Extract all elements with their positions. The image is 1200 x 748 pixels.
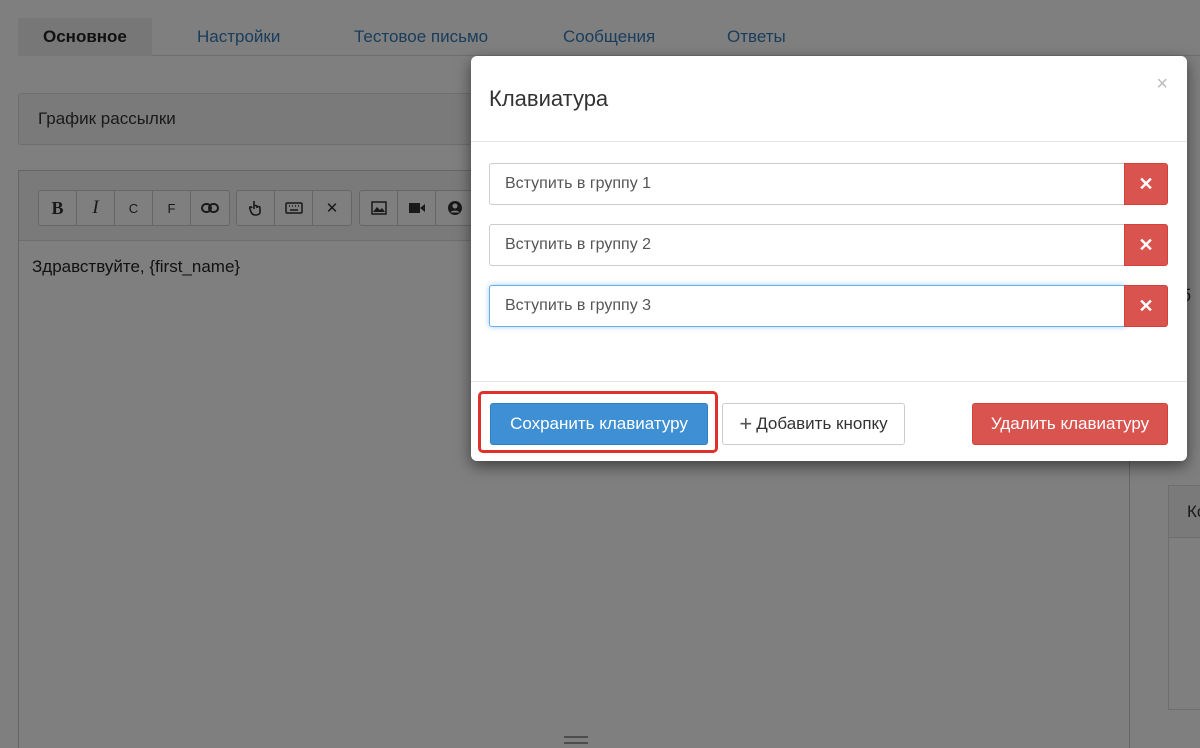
- keyboard-button-input[interactable]: [489, 224, 1125, 266]
- add-button-button[interactable]: + Добавить кнопку: [722, 403, 905, 445]
- close-icon: ✕: [1138, 234, 1154, 255]
- keyboard-button-row: ✕: [489, 224, 1168, 266]
- add-button-label: Добавить кнопку: [756, 414, 888, 433]
- keyboard-button-row: ✕: [489, 285, 1168, 327]
- close-icon: ✕: [1138, 173, 1154, 194]
- keyboard-modal: Клавиатура × ✕ ✕ ✕ Сохранить клавиатуру …: [471, 56, 1187, 461]
- modal-title: Клавиатура: [489, 86, 609, 111]
- close-icon[interactable]: ×: [1156, 74, 1168, 94]
- keyboard-button-row: ✕: [489, 163, 1168, 205]
- modal-footer: Сохранить клавиатуру + Добавить кнопку У…: [471, 381, 1187, 461]
- remove-button[interactable]: ✕: [1124, 285, 1168, 327]
- remove-button[interactable]: ✕: [1124, 224, 1168, 266]
- remove-button[interactable]: ✕: [1124, 163, 1168, 205]
- keyboard-button-input[interactable]: [489, 163, 1125, 205]
- plus-icon: +: [739, 411, 753, 436]
- close-icon: ✕: [1138, 295, 1154, 316]
- delete-keyboard-button[interactable]: Удалить клавиатуру: [972, 403, 1168, 445]
- modal-header: Клавиатура ×: [471, 56, 1187, 142]
- keyboard-button-input[interactable]: [489, 285, 1125, 327]
- save-keyboard-button[interactable]: Сохранить клавиатуру: [490, 403, 708, 445]
